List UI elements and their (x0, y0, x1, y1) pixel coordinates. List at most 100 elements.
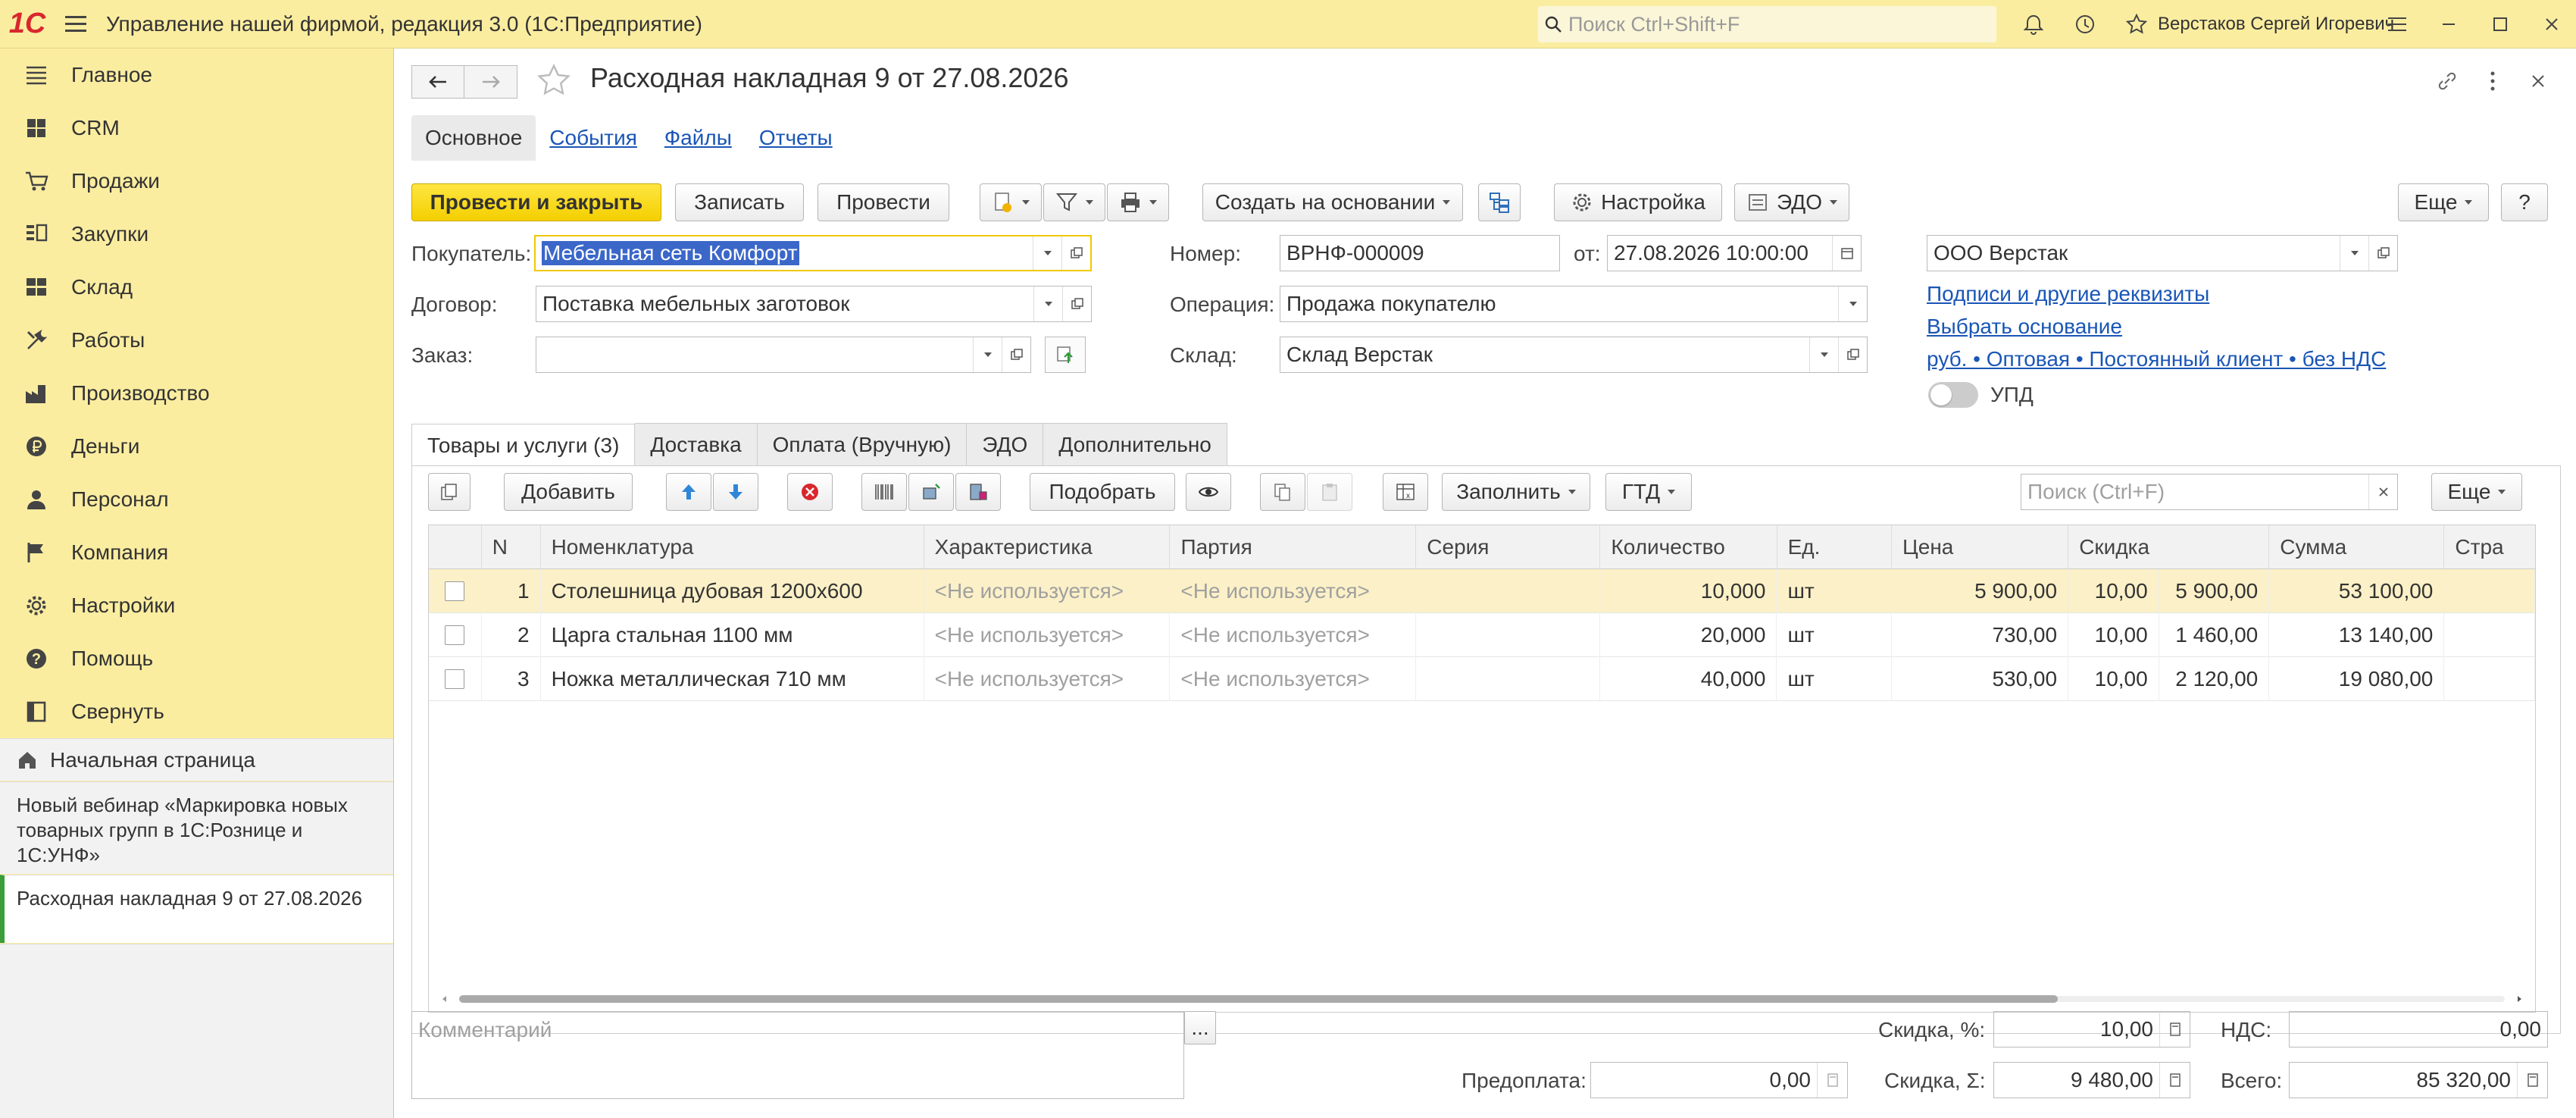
sidebar-item-0[interactable]: Главное (0, 49, 393, 102)
contract-field[interactable]: Поставка мебельных заготовок (536, 286, 1092, 322)
tab-files[interactable]: Файлы (651, 115, 746, 161)
table-row[interactable]: 2 Царга стальная 1100 мм <Не используется>… (429, 613, 2535, 657)
col-characteristic[interactable]: Характеристика (924, 525, 1171, 569)
settings-menu-icon[interactable] (2371, 0, 2423, 49)
sidebar-item-5[interactable]: Работы (0, 314, 393, 367)
tab-goods-services[interactable]: Товары и услуги (3) (411, 424, 636, 466)
warehouse-dropdown[interactable] (1809, 337, 1838, 372)
cell-n[interactable]: 2 (482, 613, 541, 657)
settings-button[interactable]: Настройка (1554, 183, 1722, 221)
comment-expand-button[interactable]: ... (1184, 1011, 1216, 1044)
cell-quantity[interactable]: 10,000 (1600, 569, 1777, 613)
maximize-icon[interactable] (2474, 0, 2526, 49)
buyer-dropdown[interactable] (1033, 236, 1061, 270)
add-row-button[interactable]: Добавить (504, 473, 633, 511)
cell-sum[interactable]: 53 100,00 (2269, 569, 2445, 613)
buyer-open-button[interactable] (1061, 236, 1090, 270)
calculator-icon[interactable] (2159, 1012, 2190, 1047)
order-fill-button[interactable] (1045, 337, 1086, 373)
tab-delivery[interactable]: Доставка (635, 423, 758, 465)
order-dropdown[interactable] (973, 337, 1002, 372)
table-row[interactable]: 3 Ножка металлическая 710 мм <Не используе… (429, 657, 2535, 701)
order-field[interactable] (536, 337, 1031, 373)
cell-nomenclature[interactable]: Столешница дубовая 1200х600 (541, 569, 924, 613)
signatures-link[interactable]: Подписи и другие реквизиты (1927, 282, 2209, 306)
cell-quantity[interactable]: 20,000 (1600, 613, 1777, 657)
comment-field[interactable]: Комментарий (411, 1011, 1184, 1099)
col-unit[interactable]: Ед. (1777, 525, 1893, 569)
create-doc-button[interactable] (980, 183, 1042, 221)
cell-n[interactable]: 1 (482, 569, 541, 613)
cell-discount-pct[interactable]: 10,00 (2068, 657, 2159, 701)
cell-discount-pct[interactable]: 10,00 (2068, 569, 2159, 613)
cell-country[interactable] (2444, 569, 2535, 613)
favorites-star-icon[interactable] (2111, 0, 2162, 49)
favorite-star-icon[interactable] (536, 62, 572, 104)
company-dropdown[interactable] (2340, 236, 2368, 271)
discount-pct-field[interactable]: 10,00 (1993, 1011, 2190, 1048)
col-price[interactable]: Цена (1892, 525, 2069, 569)
cell-discount-sum[interactable]: 5 900,00 (2159, 569, 2270, 613)
post-button[interactable]: Провести (818, 183, 949, 221)
link-icon[interactable] (2424, 62, 2470, 100)
pick-button[interactable]: Подобрать (1030, 473, 1175, 511)
forward-button[interactable] (464, 65, 517, 99)
cell-country[interactable] (2444, 657, 2535, 701)
sidebar-item-1[interactable]: CRM (0, 102, 393, 155)
cell-nomenclature[interactable]: Царга стальная 1100 мм (541, 613, 924, 657)
open-doc-webinar[interactable]: Новый вебинар «Маркировка новых товарных… (0, 781, 393, 874)
buyer-field[interactable]: Мебельная сеть Комфорт (534, 235, 1092, 271)
tab-main[interactable]: Основное (411, 115, 536, 161)
sidebar-item-9[interactable]: Компания (0, 526, 393, 579)
col-quantity[interactable]: Количество (1600, 525, 1777, 569)
upd-toggle[interactable] (1928, 382, 1978, 408)
delete-row-button[interactable] (787, 473, 833, 511)
sidebar-item-4[interactable]: Склад (0, 261, 393, 314)
cell-discount-sum[interactable]: 2 120,00 (2159, 657, 2270, 701)
sidebar-item-6[interactable]: Производство (0, 367, 393, 420)
preview-button[interactable] (1186, 473, 1231, 511)
date-field[interactable]: 27.08.2026 10:00:00 (1607, 235, 1862, 271)
contract-open-button[interactable] (1062, 287, 1091, 321)
cell-price[interactable]: 5 900,00 (1892, 569, 2069, 613)
row-checkbox[interactable] (429, 657, 482, 701)
col-discount[interactable]: Скидка (2068, 525, 2270, 569)
col-batch[interactable]: Партия (1170, 525, 1417, 569)
clear-search-icon[interactable] (2368, 474, 2397, 509)
cell-series[interactable] (1416, 613, 1601, 657)
discount-sum-field[interactable]: 9 480,00 (1993, 1062, 2190, 1098)
fill-button[interactable]: Заполнить (1442, 473, 1590, 511)
sidebar-item-7[interactable]: Деньги (0, 420, 393, 473)
post-and-close-button[interactable]: Провести и закрыть (411, 183, 661, 221)
tab-additional[interactable]: Дополнительно (1043, 423, 1227, 465)
more-vertical-icon[interactable] (2470, 62, 2515, 100)
row-checkbox-box[interactable] (445, 669, 465, 689)
number-field[interactable]: ВРНФ-000009 (1280, 235, 1560, 271)
row-checkbox-box[interactable] (445, 625, 465, 645)
horizontal-scrollbar[interactable] (436, 992, 2528, 1006)
create-based-on-button[interactable]: Создать на основании (1202, 183, 1463, 221)
cell-sum[interactable]: 13 140,00 (2269, 613, 2445, 657)
calculator-icon[interactable] (1817, 1063, 1847, 1098)
open-doc-invoice[interactable]: Расходная накладная 9 от 27.08.2026 (0, 875, 393, 943)
move-up-button[interactable] (666, 473, 711, 511)
warehouse-field[interactable]: Склад Верстак (1280, 337, 1868, 373)
tab-payment[interactable]: Оплата (Вручную) (757, 423, 968, 465)
operation-field[interactable]: Продажа покупателю (1280, 286, 1868, 322)
data-collection-button[interactable] (955, 473, 1001, 511)
col-n[interactable]: N (482, 525, 541, 569)
structure-button[interactable] (1478, 183, 1521, 221)
cell-unit[interactable]: шт (1777, 657, 1892, 701)
table-row[interactable]: 1 Столешница дубовая 1200х600 <Не использу… (429, 569, 2535, 613)
cell-nomenclature[interactable]: Ножка металлическая 710 мм (541, 657, 924, 701)
company-open-button[interactable] (2368, 236, 2397, 271)
cell-quantity[interactable]: 40,000 (1600, 657, 1777, 701)
tab-reports[interactable]: Отчеты (746, 115, 846, 161)
scrollbar-thumb[interactable] (459, 995, 2058, 1003)
help-button[interactable]: ? (2501, 183, 2548, 221)
more-button[interactable]: Еще (2398, 183, 2489, 221)
cell-characteristic[interactable]: <Не используется> (924, 657, 1171, 701)
cell-sum[interactable]: 19 080,00 (2269, 657, 2445, 701)
print-button[interactable] (1107, 183, 1169, 221)
row-checkbox[interactable] (429, 569, 482, 613)
